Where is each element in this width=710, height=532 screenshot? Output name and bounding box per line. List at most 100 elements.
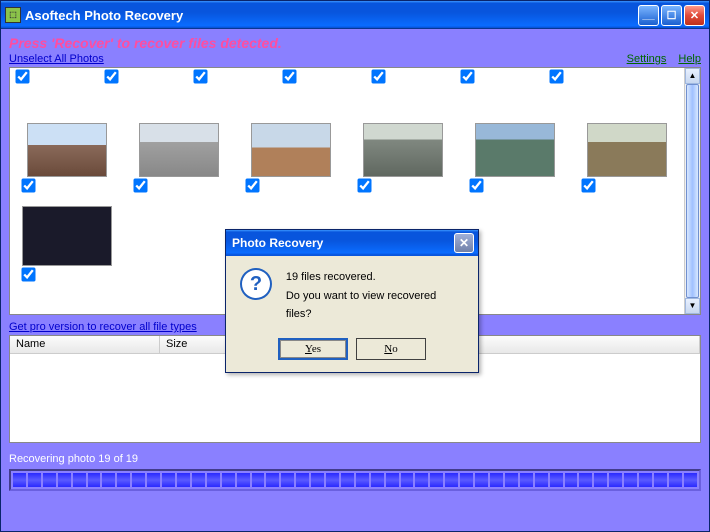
dialog-message: 19 files recovered. Do you want to view … [286,268,464,324]
progress-segment [669,473,682,487]
progress-segment [505,473,518,487]
progress-segment [102,473,115,487]
photo-checkbox[interactable] [581,178,595,192]
progress-segment [296,473,309,487]
status-text: Recovering photo 19 of 19 [9,453,701,465]
progress-segment [460,473,473,487]
photo-checkbox[interactable] [133,178,147,192]
gallery-scrollbar[interactable]: ▲ ▼ [684,68,700,314]
progress-segment [579,473,592,487]
photo-thumbnail[interactable] [251,123,331,177]
progress-segment [162,473,175,487]
pro-version-link[interactable]: Get pro version to recover all file type… [9,321,197,333]
instruction-text: Press 'Recover' to recover files detecte… [9,35,701,51]
photo-checkbox[interactable] [21,267,35,281]
photo-checkbox[interactable] [245,178,259,192]
row-check-4[interactable] [282,69,296,83]
progress-segment [326,473,339,487]
progress-segment [356,473,369,487]
dialog-body: ? 19 files recovered. Do you want to vie… [226,256,478,372]
progress-segment [311,473,324,487]
photo-thumbnail[interactable] [587,123,667,177]
photo-checkbox[interactable] [357,178,371,192]
progress-segment [266,473,279,487]
progress-segment [386,473,399,487]
settings-link[interactable]: Settings [627,53,667,65]
window-title: Asoftech Photo Recovery [25,8,636,23]
progress-segment [550,473,563,487]
help-link[interactable]: Help [678,53,701,65]
row-check-6[interactable] [460,69,474,83]
row-check-7[interactable] [549,69,563,83]
progress-segment [430,473,443,487]
progress-segment [73,473,86,487]
no-button[interactable]: No [356,338,426,360]
thumb-cell [468,123,562,192]
progress-segment [490,473,503,487]
progress-segment [565,473,578,487]
main-window: ⬚ Asoftech Photo Recovery __ ☐ ✕ Press '… [0,0,710,532]
photo-thumbnail[interactable] [475,123,555,177]
progress-segment [594,473,607,487]
progress-segment [222,473,235,487]
photo-thumbnail[interactable] [363,123,443,177]
scroll-up-arrow[interactable]: ▲ [685,68,700,84]
progress-segment [624,473,637,487]
app-icon: ⬚ [5,7,21,23]
column-name[interactable]: Name [10,336,160,353]
dialog-line1: 19 files recovered. [286,268,464,287]
progress-segment [192,473,205,487]
progress-segment [237,473,250,487]
dialog-titlebar[interactable]: Photo Recovery ✕ [226,230,478,256]
progress-segment [58,473,71,487]
unselect-all-link[interactable]: Unselect All Photos [9,53,104,65]
maximize-button[interactable]: ☐ [661,5,682,26]
thumb-cell [356,123,450,192]
scroll-thumb[interactable] [686,84,699,298]
row-check-1[interactable] [15,69,29,83]
photo-thumbnail[interactable] [139,123,219,177]
dialog-line2: Do you want to view recovered files? [286,287,464,324]
progress-segment [475,473,488,487]
progress-segment [117,473,130,487]
thumb-cell [244,123,338,192]
yes-button[interactable]: Yes [278,338,348,360]
row-check-2[interactable] [104,69,118,83]
scroll-track[interactable] [685,84,700,298]
progress-segment [177,473,190,487]
progress-segment [654,473,667,487]
progress-bar [9,469,701,491]
thumbnail-row-1 [12,83,682,196]
photo-thumbnail[interactable] [22,206,112,266]
close-button[interactable]: ✕ [684,5,705,26]
progress-segment [341,473,354,487]
dialog-title: Photo Recovery [230,236,454,250]
scroll-down-arrow[interactable]: ▼ [685,298,700,314]
row-check-3[interactable] [193,69,207,83]
column-blank [460,336,700,353]
dialog-close-button[interactable]: ✕ [454,233,474,253]
photo-thumbnail[interactable] [27,123,107,177]
thumb-cell [20,123,114,192]
photo-checkbox[interactable] [21,178,35,192]
progress-segment [252,473,265,487]
progress-segment [371,473,384,487]
progress-segment [132,473,145,487]
thumb-cell [132,123,226,192]
progress-segment [43,473,56,487]
top-checkbox-row [12,70,682,83]
thumb-cell [20,206,114,281]
photo-checkbox[interactable] [469,178,483,192]
progress-segment [535,473,548,487]
row-check-5[interactable] [371,69,385,83]
question-icon: ? [240,268,272,300]
minimize-button[interactable]: __ [638,5,659,26]
progress-segment [147,473,160,487]
client-area: Press 'Recover' to recover files detecte… [1,29,709,531]
progress-segment [415,473,428,487]
progress-segment [28,473,41,487]
progress-segment [401,473,414,487]
titlebar[interactable]: ⬚ Asoftech Photo Recovery __ ☐ ✕ [1,1,709,29]
progress-segment [520,473,533,487]
progress-segment [445,473,458,487]
